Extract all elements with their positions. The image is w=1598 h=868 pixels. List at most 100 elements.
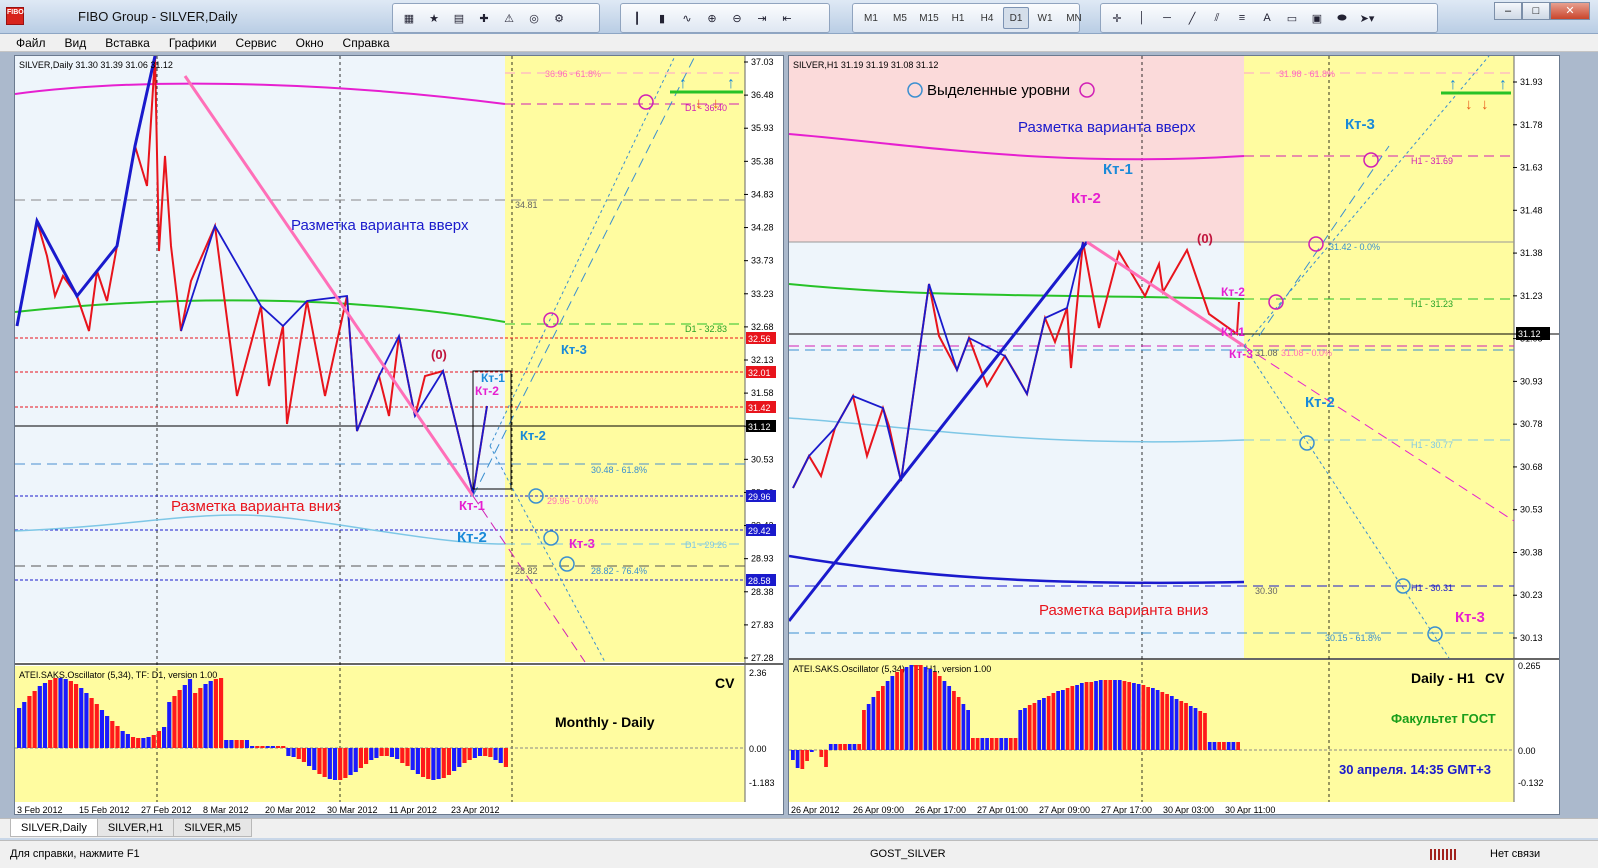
chart-shift-icon[interactable]: ⇤: [776, 7, 798, 29]
daily-chart-svg[interactable]: ↑ ↑ ↓ ↓ 36.96 - 61.8% D1 - 36.40 34.81 D…: [15, 56, 784, 815]
oscillator-bar: [1042, 698, 1046, 750]
oscillator-bar: [162, 727, 167, 748]
oscillator-bar: [322, 748, 327, 777]
menu-file[interactable]: Файл: [16, 34, 55, 51]
window-title: FIBO Group - SILVER,Daily: [78, 9, 238, 24]
line-chart-icon[interactable]: ∿: [676, 7, 698, 29]
alert-icon[interactable]: ⚠: [498, 7, 520, 29]
new-chart-icon[interactable]: ▦: [398, 7, 420, 29]
oscillator-bar: [462, 748, 467, 763]
oscillator-bar: [1037, 700, 1042, 750]
price-tick: 32.13: [751, 355, 774, 365]
maximize-icon[interactable]: □: [1522, 2, 1550, 20]
tab-silver-h1[interactable]: SILVER,H1: [96, 819, 175, 837]
menu-view[interactable]: Вид: [65, 34, 96, 51]
oscillator-bar: [229, 740, 234, 748]
new-order-icon[interactable]: ✚: [473, 7, 495, 29]
vertical-line-icon[interactable]: │: [1131, 7, 1153, 29]
profiles-icon[interactable]: ★: [423, 7, 445, 29]
expert-icon[interactable]: ⚙: [548, 7, 570, 29]
menu-window[interactable]: Окно: [296, 34, 333, 51]
oscillator-bar: [105, 716, 110, 748]
oscillator-bar: [975, 738, 980, 750]
date-label: 30 Apr 11:00: [1225, 805, 1275, 815]
trendline-icon[interactable]: ╱: [1181, 7, 1203, 29]
menu-insert[interactable]: Вставка: [105, 34, 159, 51]
oscillator-bar: [1032, 703, 1037, 750]
menu-help[interactable]: Справка: [343, 34, 399, 51]
chart-window-daily[interactable]: ↑ ↑ ↓ ↓ 36.96 - 61.8% D1 - 36.40 34.81 D…: [14, 55, 784, 815]
oscillator-cv: CV: [1485, 670, 1505, 686]
oscillator-bar: [985, 738, 989, 750]
oscillator-bar: [933, 672, 937, 750]
oscillator-bar: [467, 748, 472, 760]
oscillator-bar: [904, 667, 909, 750]
oscillator-bar: [17, 708, 22, 748]
oscillator-bar: [270, 746, 275, 748]
oscillator-bar: [1098, 680, 1103, 750]
oscillator-bar: [819, 750, 824, 757]
oscillator-bar: [136, 738, 141, 748]
oscillator-bar: [260, 746, 265, 748]
date-label: 27 Apr 09:00: [1039, 805, 1090, 815]
tf-m1[interactable]: M1: [858, 7, 884, 29]
level-label: D1 - 29.26: [685, 540, 727, 550]
level-label: 28.82: [515, 566, 538, 576]
oscillator-bar: [301, 748, 307, 762]
chart-tabs: SILVER,Daily SILVER,H1 SILVER,M5: [0, 818, 1598, 838]
arrows-icon[interactable]: ➤▾: [1356, 7, 1378, 29]
oscillator-bar: [1075, 685, 1079, 750]
tf-w1[interactable]: W1: [1032, 7, 1058, 29]
candle-chart-icon[interactable]: ▮: [651, 7, 673, 29]
menu-tools[interactable]: Сервис: [236, 34, 286, 51]
channel-icon[interactable]: ⫽: [1206, 7, 1228, 29]
tf-d1[interactable]: D1: [1003, 7, 1029, 29]
minimize-icon[interactable]: –: [1494, 2, 1522, 20]
up-arrow-icon: ↑: [679, 75, 687, 92]
navigator-icon[interactable]: ◎: [523, 7, 545, 29]
market-watch-icon[interactable]: ▤: [448, 7, 470, 29]
tf-h4[interactable]: H4: [974, 7, 1000, 29]
oscillator-bar: [1184, 703, 1188, 750]
oscillator-bar: [876, 691, 880, 750]
label-icon[interactable]: ▭: [1281, 7, 1303, 29]
ellipse-icon[interactable]: ⬬: [1331, 7, 1353, 29]
oscillator-bar: [193, 693, 198, 748]
date-label: 15 Feb 2012: [79, 805, 130, 815]
annotation-zero: (0): [1197, 231, 1213, 246]
date-label: 23 Apr 2012: [451, 805, 500, 815]
oscillator-bar: [239, 740, 244, 748]
tf-m15[interactable]: M15: [916, 7, 942, 29]
oscillator-bar: [989, 738, 994, 750]
zoom-in-icon[interactable]: ⊕: [701, 7, 723, 29]
oscillator-bar: [203, 684, 208, 748]
menu-charts[interactable]: Графики: [169, 34, 226, 51]
h1-chart-svg[interactable]: ↑ ↑ ↓ ↓ 31.98 - 61.8% H1 - 31.69 31.42 -…: [789, 56, 1560, 815]
horizontal-line-icon[interactable]: ─: [1156, 7, 1178, 29]
level-label: 31.08: [1255, 348, 1278, 358]
oscillator-bar: [477, 748, 483, 756]
oscillator-bar: [971, 738, 975, 750]
autoscroll-icon[interactable]: ⇥: [751, 7, 773, 29]
status-bar: Для справки, нажмите F1 GOST_SILVER Нет …: [0, 840, 1598, 868]
chart-window-h1[interactable]: ↑ ↑ ↓ ↓ 31.98 - 61.8% H1 - 31.69 31.42 -…: [788, 55, 1560, 815]
bar-chart-icon[interactable]: ┃: [626, 7, 648, 29]
tab-silver-daily[interactable]: SILVER,Daily: [10, 819, 98, 837]
close-icon[interactable]: ✕: [1550, 2, 1590, 20]
zoom-out-icon[interactable]: ⊖: [726, 7, 748, 29]
tf-m5[interactable]: M5: [887, 7, 913, 29]
date-label: 20 Mar 2012: [265, 805, 316, 815]
shapes-icon[interactable]: ▣: [1306, 7, 1328, 29]
tab-silver-m5[interactable]: SILVER,M5: [173, 819, 252, 837]
fibo-icon[interactable]: ≡: [1231, 7, 1253, 29]
oscillator-bar: [1146, 687, 1150, 750]
tf-mn[interactable]: MN: [1061, 7, 1087, 29]
level-label: 30.30: [1255, 586, 1278, 596]
crosshair-icon[interactable]: ✛: [1106, 7, 1128, 29]
price-tick: 28.38: [751, 587, 774, 597]
oscillator-bar: [1151, 688, 1155, 750]
text-icon[interactable]: A: [1256, 7, 1278, 29]
annotation-legend: Выделенные уровни: [927, 82, 1070, 99]
oscillator-bar: [58, 678, 63, 748]
tf-h1[interactable]: H1: [945, 7, 971, 29]
